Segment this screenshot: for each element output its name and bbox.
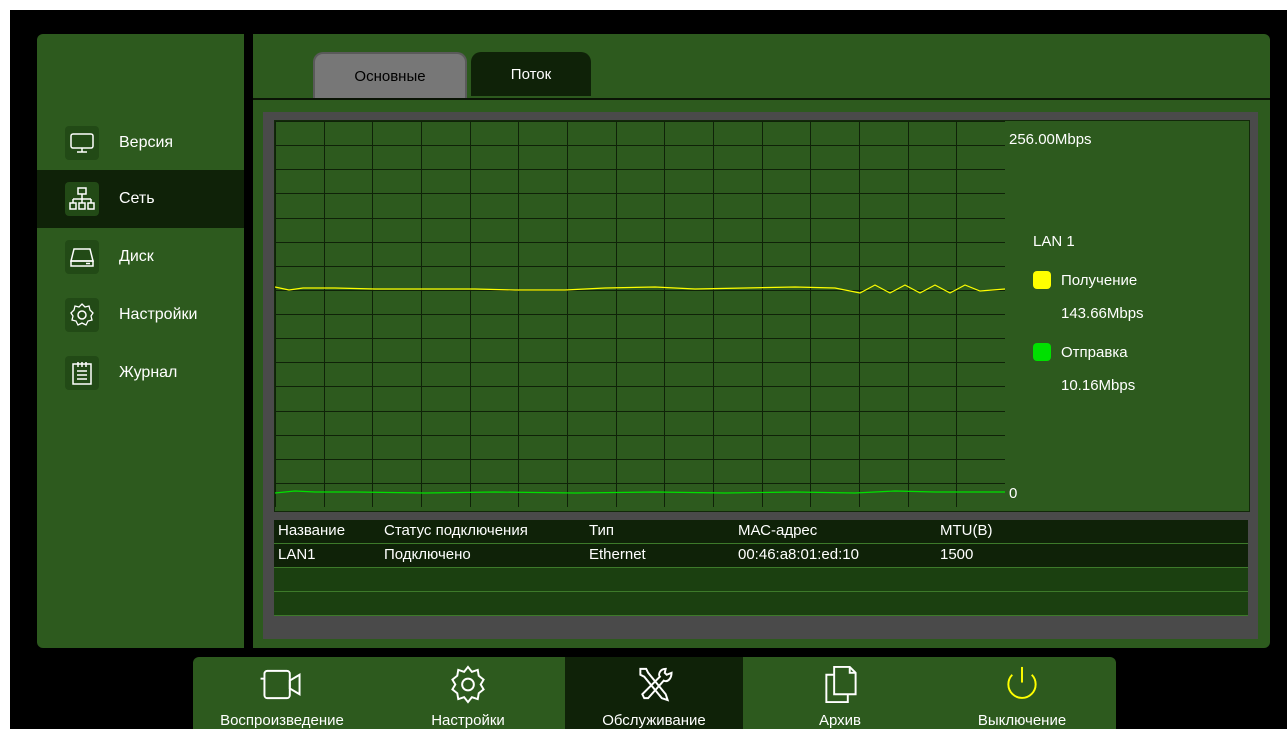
send-trace <box>275 490 1005 494</box>
sidebar-item-network[interactable]: Сеть <box>37 170 244 228</box>
sidebar: Версия Сеть Диск Настройки Журнал <box>37 34 244 648</box>
menu-settings[interactable]: Настройки <box>379 657 557 729</box>
menu-label: Воспроизведение <box>220 712 344 729</box>
tab-stream[interactable]: Поток <box>471 52 591 96</box>
network-icon <box>65 182 99 216</box>
monitor-icon <box>65 126 99 160</box>
menu-label: Обслуживание <box>602 712 706 729</box>
table-row-empty <box>274 568 1248 592</box>
dvr-screen: Версия Сеть Диск Настройки Журнал Основн… <box>10 10 1287 729</box>
disk-icon <box>65 240 99 274</box>
log-icon <box>65 356 99 390</box>
menu-maintenance[interactable]: Обслуживание <box>565 657 743 729</box>
main-panel: Основные Поток 256.00Mbps 0 LAN 1 Получе… <box>253 34 1270 648</box>
receive-trace <box>275 284 1005 294</box>
receive-value: 143.66Mbps <box>1061 305 1144 322</box>
send-label: Отправка <box>1061 343 1128 361</box>
tab-label: Поток <box>510 65 552 83</box>
table-header: Название Статус подключения Тип МАС-адре… <box>274 520 1248 544</box>
gear-icon <box>451 665 485 704</box>
send-swatch <box>1033 343 1051 361</box>
table-cell: 1500 <box>940 546 974 563</box>
column-header: MTU(B) <box>940 522 993 539</box>
graph-min-label: 0 <box>1009 485 1018 502</box>
content-area: 256.00Mbps 0 LAN 1 Получение 143.66Mbps … <box>263 112 1258 639</box>
sidebar-item-label: Настройки <box>119 306 198 323</box>
sidebar-item-label: Журнал <box>119 364 178 381</box>
send-value: 10.16Mbps <box>1061 377 1136 394</box>
table-row-empty <box>274 592 1248 616</box>
sidebar-item-label: Версия <box>119 134 174 151</box>
sidebar-item-label: Сеть <box>119 190 155 207</box>
legend-receive: Получение <box>1033 271 1137 289</box>
receive-swatch <box>1033 271 1051 289</box>
sidebar-item-log[interactable]: Журнал <box>37 344 244 402</box>
menu-playback[interactable]: Воспроизведение <box>193 657 371 729</box>
menu-label: Настройки <box>431 712 505 729</box>
graph-max-label: 256.00Mbps <box>1009 131 1092 148</box>
traffic-graph: 256.00Mbps 0 LAN 1 Получение 143.66Mbps … <box>274 120 1250 512</box>
camera-icon <box>260 669 301 700</box>
interface-table: Название Статус подключения Тип МАС-адре… <box>274 520 1248 618</box>
archive-icon <box>825 665 857 704</box>
menu-label: Выключение <box>977 712 1067 729</box>
power-icon <box>1007 666 1037 699</box>
table-cell: 00:46:a8:01:ed:10 <box>738 546 859 563</box>
table-cell: Подключено <box>384 546 471 563</box>
tab-bar: Основные Поток <box>253 34 1270 100</box>
column-header: Тип <box>589 522 615 539</box>
sidebar-item-settings[interactable]: Настройки <box>37 286 244 344</box>
tab-general[interactable]: Основные <box>313 52 467 98</box>
column-header: МАС-адрес <box>738 522 818 539</box>
sidebar-item-disk[interactable]: Диск <box>37 228 244 286</box>
tools-icon <box>639 667 673 702</box>
tab-label: Основные <box>354 67 426 85</box>
gear-icon <box>65 298 99 332</box>
column-header: Статус подключения <box>384 522 528 539</box>
sidebar-item-label: Диск <box>119 248 154 265</box>
legend-title: LAN 1 <box>1033 233 1075 250</box>
table-row[interactable]: LAN1 Подключено Ethernet 00:46:a8:01:ed:… <box>274 544 1248 568</box>
receive-label: Получение <box>1061 271 1138 289</box>
table-cell: LAN1 <box>278 546 316 563</box>
menu-label: Архив <box>818 712 862 729</box>
menu-shutdown[interactable]: Выключение <box>933 657 1111 729</box>
graph-grid <box>275 121 1005 507</box>
column-header: Название <box>278 522 346 539</box>
sidebar-item-version[interactable]: Версия <box>37 114 244 172</box>
menu-archive[interactable]: Архив <box>751 657 929 729</box>
table-cell: Ethernet <box>589 546 646 563</box>
legend-send: Отправка <box>1033 343 1128 361</box>
bottom-menu: Воспроизведение Настройки Обслуживание А… <box>193 657 1116 729</box>
